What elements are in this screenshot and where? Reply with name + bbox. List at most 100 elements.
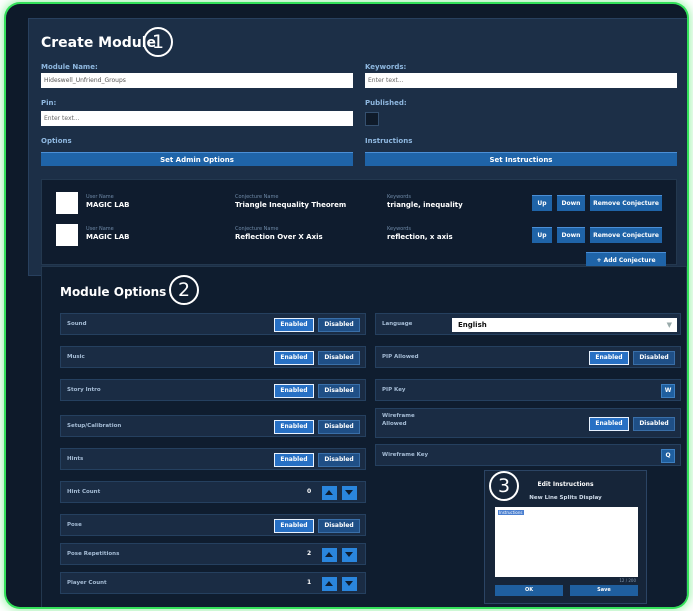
option-label: Language bbox=[382, 321, 413, 327]
decrement-arrow-icon[interactable] bbox=[342, 486, 357, 500]
option-label: Hints bbox=[67, 456, 84, 462]
disabled-button[interactable]: Disabled bbox=[318, 453, 360, 467]
edit-instructions-dialog: 3 Edit Instructions New Line Splits Disp… bbox=[484, 470, 647, 604]
option-label: PIP Allowed bbox=[382, 354, 419, 360]
decrement-arrow-icon[interactable] bbox=[342, 577, 357, 591]
disabled-button[interactable]: Disabled bbox=[318, 384, 360, 398]
conjecture-name-cell: Conjecture Name Reflection Over X Axis bbox=[235, 226, 323, 241]
set-instructions-button[interactable]: Set Instructions bbox=[365, 152, 677, 166]
option-row-player-count: Player Count 1 bbox=[60, 572, 366, 594]
move-down-button[interactable]: Down bbox=[557, 227, 585, 243]
create-module-title: Create Module bbox=[41, 35, 157, 51]
remove-conjecture-button[interactable]: Remove Conjecture bbox=[590, 195, 662, 211]
published-checkbox[interactable] bbox=[365, 112, 379, 126]
option-row-pose: Pose Enabled Disabled bbox=[60, 514, 366, 536]
option-row-music: Music Enabled Disabled bbox=[60, 346, 366, 368]
module-options-title: Module Options bbox=[60, 285, 167, 299]
disabled-button[interactable]: Disabled bbox=[633, 417, 675, 431]
keywords-input[interactable]: Enter text... bbox=[365, 73, 677, 88]
pin-label: Pin: bbox=[41, 99, 57, 107]
option-label: Pose bbox=[67, 522, 82, 528]
dialog-title: Edit Instructions bbox=[537, 481, 594, 488]
move-up-button[interactable]: Up bbox=[532, 195, 552, 211]
enabled-button[interactable]: Enabled bbox=[274, 519, 314, 533]
option-label: Wireframe Key bbox=[382, 452, 429, 458]
chevron-down-icon: ▼ bbox=[666, 321, 672, 329]
option-row-language: Language English ▼ bbox=[375, 313, 681, 335]
enabled-button[interactable]: Enabled bbox=[589, 351, 629, 365]
keywords-caption: Keywords bbox=[387, 194, 411, 200]
move-down-button[interactable]: Down bbox=[557, 195, 585, 211]
remove-conjecture-button[interactable]: Remove Conjecture bbox=[590, 227, 662, 243]
option-label: Pose Repetitions bbox=[67, 551, 120, 557]
increment-arrow-icon[interactable] bbox=[322, 548, 337, 562]
language-select[interactable]: English ▼ bbox=[452, 318, 677, 332]
ok-button[interactable]: OK bbox=[495, 585, 563, 596]
options-label: Options bbox=[41, 137, 72, 145]
decrement-arrow-icon[interactable] bbox=[342, 548, 357, 562]
option-label-line1: Wireframe bbox=[382, 413, 415, 419]
keywords-label: Keywords: bbox=[365, 63, 407, 71]
callout-badge-2: 2 bbox=[169, 275, 199, 305]
enabled-button[interactable]: Enabled bbox=[589, 417, 629, 431]
save-button[interactable]: Save bbox=[570, 585, 638, 596]
option-label: Sound bbox=[67, 321, 87, 327]
conjecture-name-value: Triangle Inequality Theorem bbox=[235, 201, 347, 209]
option-label: Setup/Calibration bbox=[67, 423, 122, 429]
conjecture-thumbnail bbox=[56, 192, 78, 214]
option-row-wireframe-key: Wireframe Key Q bbox=[375, 444, 681, 466]
wireframe-key-button[interactable]: Q bbox=[661, 449, 675, 463]
enabled-button[interactable]: Enabled bbox=[274, 420, 314, 434]
enabled-button[interactable]: Enabled bbox=[274, 453, 314, 467]
move-up-button[interactable]: Up bbox=[532, 227, 552, 243]
user-value: MAGIC LAB bbox=[86, 233, 130, 241]
option-row-pip-key: PIP Key W bbox=[375, 379, 681, 401]
conjecture-name-caption: Conjecture Name bbox=[235, 226, 279, 232]
option-label: Hint Count bbox=[67, 489, 101, 495]
enabled-button[interactable]: Enabled bbox=[274, 351, 314, 365]
language-select-value: English bbox=[458, 321, 487, 329]
option-label: Music bbox=[67, 354, 85, 360]
pip-key-button[interactable]: W bbox=[661, 384, 675, 398]
conjecture-user-cell: User Name MAGIC LAB bbox=[86, 194, 130, 209]
conjecture-thumbnail bbox=[56, 224, 78, 246]
disabled-button[interactable]: Disabled bbox=[318, 351, 360, 365]
enabled-button[interactable]: Enabled bbox=[274, 384, 314, 398]
player-count-value: 1 bbox=[307, 579, 312, 586]
conjecture-row: User Name MAGIC LAB Conjecture Name Refl… bbox=[52, 224, 662, 254]
module-name-input[interactable]: Hideswell_Unfriend_Groups bbox=[41, 73, 353, 88]
conjecture-row: User Name MAGIC LAB Conjecture Name Tria… bbox=[52, 192, 662, 222]
conjecture-keywords-cell: Keywords triangle, inequality bbox=[387, 194, 463, 209]
character-count: 12 / 200 bbox=[619, 578, 636, 583]
callout-badge-1: 1 bbox=[143, 27, 173, 57]
module-name-label: Module Name: bbox=[41, 63, 98, 71]
conjecture-name-value: Reflection Over X Axis bbox=[235, 233, 323, 241]
option-label: Wireframe Allowed bbox=[382, 412, 415, 428]
pose-repetitions-value: 2 bbox=[307, 550, 312, 557]
disabled-button[interactable]: Disabled bbox=[633, 351, 675, 365]
enabled-button[interactable]: Enabled bbox=[274, 318, 314, 332]
option-row-wireframe-allowed: Wireframe Allowed Enabled Disabled bbox=[375, 408, 681, 438]
keywords-value: triangle, inequality bbox=[387, 201, 463, 209]
dialog-subtitle: New Line Splits Display bbox=[529, 495, 602, 501]
conjecture-keywords-cell: Keywords reflection, x axis bbox=[387, 226, 453, 241]
create-module-panel: Create Module 1 Module Name: Hideswell_U… bbox=[28, 18, 687, 276]
option-label: PIP Key bbox=[382, 387, 406, 393]
pin-input[interactable]: Enter text... bbox=[41, 111, 353, 126]
conjecture-name-caption: Conjecture Name bbox=[235, 194, 279, 200]
set-admin-options-button[interactable]: Set Admin Options bbox=[41, 152, 353, 166]
disabled-button[interactable]: Disabled bbox=[318, 420, 360, 434]
selected-text: Instructions bbox=[498, 510, 524, 515]
option-row-story-intro: Story Intro Enabled Disabled bbox=[60, 379, 366, 401]
user-caption: User Name bbox=[86, 226, 114, 232]
instructions-textarea[interactable]: Instructions bbox=[495, 507, 638, 577]
instructions-label: Instructions bbox=[365, 137, 413, 145]
option-row-pose-repetitions: Pose Repetitions 2 bbox=[60, 543, 366, 565]
option-label: Player Count bbox=[67, 580, 107, 586]
user-caption: User Name bbox=[86, 194, 114, 200]
increment-arrow-icon[interactable] bbox=[322, 577, 337, 591]
disabled-button[interactable]: Disabled bbox=[318, 519, 360, 533]
increment-arrow-icon[interactable] bbox=[322, 486, 337, 500]
disabled-button[interactable]: Disabled bbox=[318, 318, 360, 332]
conjecture-user-cell: User Name MAGIC LAB bbox=[86, 226, 130, 241]
